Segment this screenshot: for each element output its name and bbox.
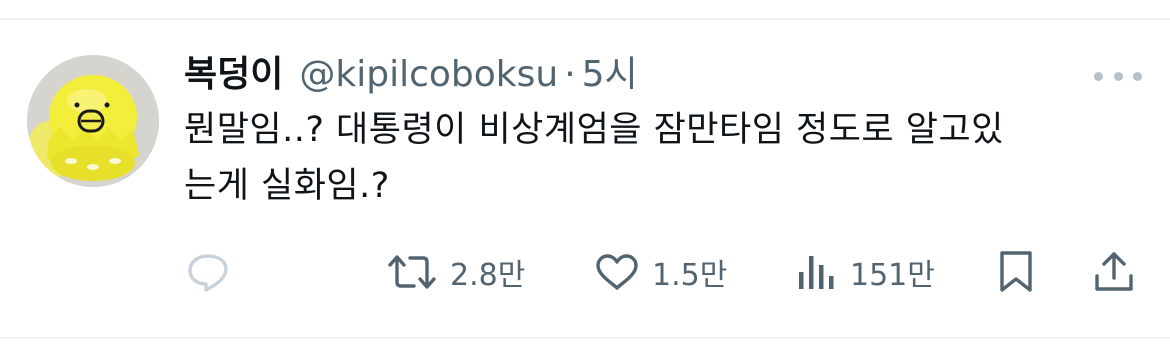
action-bar: 2.8만 1.5만 151만 [0, 240, 1170, 304]
more-dot-icon [1133, 71, 1142, 81]
bookmark-button[interactable] [994, 240, 1038, 304]
top-divider [0, 18, 1170, 20]
more-options-button[interactable] [1094, 62, 1142, 90]
user-handle[interactable]: @kipilcoboksu [299, 50, 558, 100]
tweet-header: 복덩이 @kipilcoboksu · 5시 [184, 50, 638, 100]
more-dot-icon [1113, 71, 1123, 81]
reply-button[interactable] [186, 240, 230, 304]
heart-icon [596, 254, 638, 290]
tweet-text-line: 는게 실화임.? [184, 166, 390, 206]
like-count: 1.5만 [652, 258, 728, 293]
chick-avatar-image [27, 55, 159, 187]
more-dot-icon [1094, 71, 1103, 81]
tweet-text-line: 뭔말임..? 대통령이 비상계엄을 잠만타임 정도로 알고있 [184, 110, 1004, 150]
share-button[interactable] [1092, 240, 1136, 304]
avatar[interactable] [27, 55, 159, 187]
share-icon [1095, 252, 1133, 291]
display-name[interactable]: 복덩이 [184, 50, 283, 100]
views-icon [799, 256, 834, 289]
retweet-icon [388, 255, 436, 289]
views-button[interactable]: 151만 [796, 240, 935, 304]
like-button[interactable]: 1.5만 [594, 240, 727, 304]
timestamp[interactable]: 5시 [582, 50, 638, 100]
retweet-count: 2.8만 [450, 258, 526, 293]
reply-icon [188, 254, 228, 292]
bookmark-icon [1000, 251, 1032, 292]
views-count: 151만 [850, 258, 935, 293]
retweet-button[interactable]: 2.8만 [386, 240, 525, 304]
tweet-text: 뭔말임..? 대통령이 비상계엄을 잠만타임 정도로 알고있 는게 실화임.? [184, 102, 1144, 214]
bottom-divider [0, 337, 1170, 339]
separator-dot: · [564, 54, 576, 95]
